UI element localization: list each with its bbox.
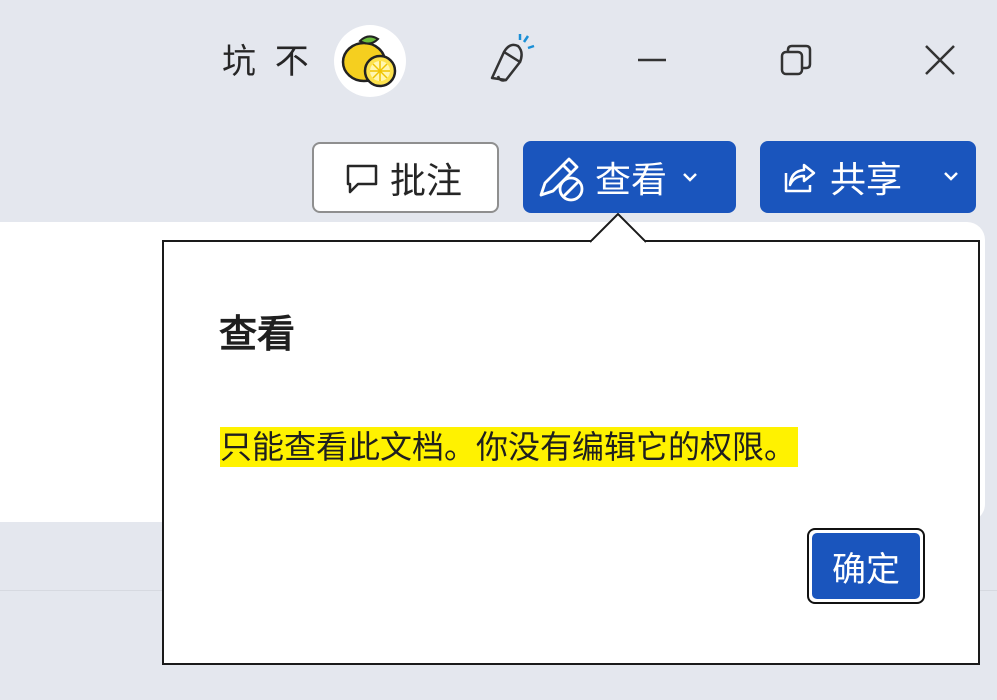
minimize-icon[interactable] bbox=[622, 30, 682, 90]
callout-message: 只能查看此文档。你没有编辑它的权限。 bbox=[220, 427, 799, 467]
user-name[interactable]: 坑 不 bbox=[222, 40, 313, 84]
view-mode-button[interactable]: 查看 bbox=[523, 141, 736, 213]
share-icon bbox=[782, 159, 818, 195]
chevron-down-icon bbox=[681, 168, 699, 186]
share-dropdown-chevron-icon[interactable] bbox=[942, 167, 960, 185]
comment-button-label: 批注 bbox=[390, 160, 463, 202]
pen-blocked-icon bbox=[535, 151, 587, 203]
callout-title: 查看 bbox=[219, 312, 296, 356]
view-mode-label: 查看 bbox=[595, 160, 668, 201]
user-avatar[interactable] bbox=[334, 25, 406, 97]
close-icon[interactable] bbox=[910, 30, 970, 90]
callout-pointer bbox=[590, 213, 646, 243]
restore-icon[interactable] bbox=[766, 30, 826, 90]
lightbulb-icon[interactable] bbox=[482, 30, 542, 90]
ok-button[interactable]: 确定 bbox=[807, 528, 925, 604]
ok-button-label: 确定 bbox=[812, 533, 920, 599]
comment-icon bbox=[344, 160, 380, 196]
comment-button[interactable]: 批注 bbox=[312, 142, 499, 213]
title-bar: 坑 不 bbox=[0, 0, 997, 120]
view-mode-callout: 查看 只能查看此文档。你没有编辑它的权限。 确定 bbox=[162, 240, 980, 665]
share-button-label: 共享 bbox=[830, 160, 903, 201]
share-button[interactable]: 共享 bbox=[760, 141, 976, 213]
